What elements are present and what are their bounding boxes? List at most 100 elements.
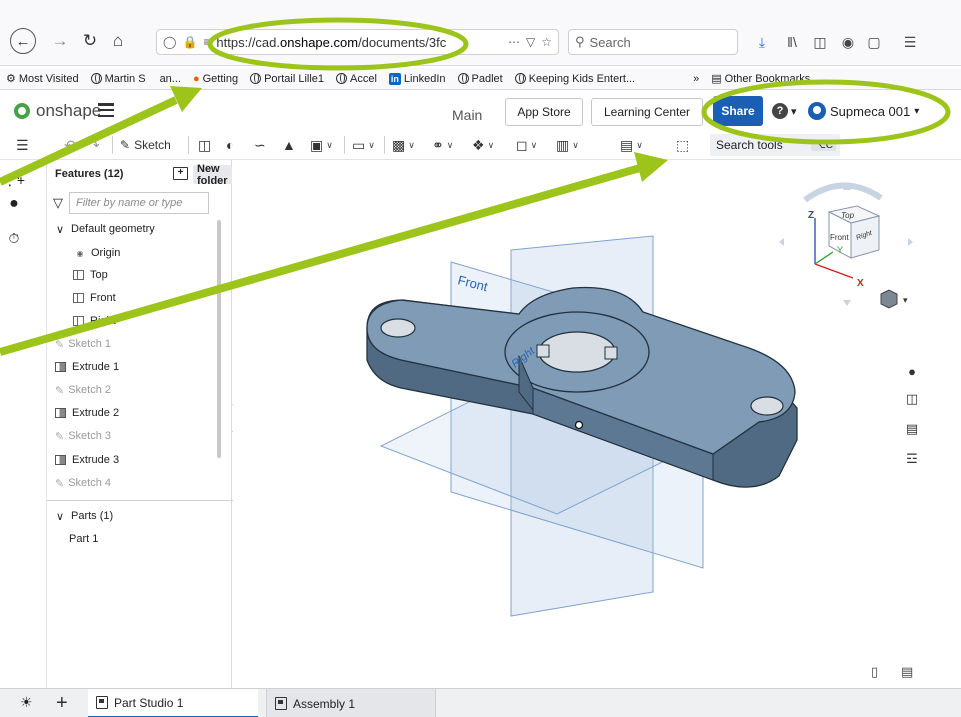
measure-icon[interactable]: ⬚: [676, 135, 689, 155]
tree-item-top-plane[interactable]: Top: [73, 264, 108, 286]
view-cube-rotate-arc[interactable]: [803, 182, 883, 203]
forward-button[interactable]: →: [48, 29, 72, 53]
tree-item-part-1[interactable]: Part 1: [69, 528, 98, 550]
end-hole-left[interactable]: [380, 318, 416, 338]
account-icon[interactable]: ◉: [838, 32, 858, 52]
bookmark-padlet[interactable]: Padlet: [452, 73, 509, 85]
variables-panel-icon[interactable]: ☲: [903, 450, 921, 468]
add-feature-icon[interactable]: ⋮+: [3, 170, 25, 190]
feature-list-scrollbar[interactable]: [217, 220, 221, 458]
new-folder-icon[interactable]: +: [173, 167, 188, 180]
bookmark-martin[interactable]: Martin S: [85, 73, 152, 85]
reader-icon[interactable]: ▢: [864, 32, 884, 52]
workspace-name[interactable]: Main: [452, 107, 482, 123]
bookmark-linkedin[interactable]: in LinkedIn: [383, 72, 452, 85]
bookmark-getting-started[interactable]: ● Getting: [187, 73, 244, 85]
bookmark-an[interactable]: an...: [152, 73, 187, 85]
fillet-icon[interactable]: ▭ ∨: [352, 135, 375, 155]
tree-item-extrude-1[interactable]: Extrude 1: [55, 356, 119, 378]
tree-item-sketch-3[interactable]: ✎ Sketch 3: [55, 425, 111, 447]
revolve-icon[interactable]: ◐: [226, 135, 234, 155]
view-cube[interactable]: Top Front Right Z Y X ▾: [779, 182, 913, 309]
extrude-icon[interactable]: ◫: [198, 135, 211, 155]
bookmark-portail[interactable]: Portail Lille1: [244, 73, 330, 85]
view-cube-down-arrow[interactable]: [843, 300, 851, 306]
tab-part-studio-1[interactable]: Part Studio 1: [88, 689, 258, 717]
bookmark-most-visited[interactable]: ⚙ Most Visited: [0, 72, 85, 86]
sketch-tool-button[interactable]: ✎ Sketch: [120, 135, 171, 155]
graphics-viewport[interactable]: Front Right Top Front Right Z Y X ▾ ▯ ▤: [233, 160, 961, 688]
parts-folder[interactable]: ∨ Parts (1): [53, 505, 113, 527]
add-tab-button[interactable]: +: [56, 692, 68, 715]
appearance-panel-icon[interactable]: ●: [903, 362, 921, 380]
transform-icon[interactable]: ❖ ∨: [472, 135, 494, 155]
sheet-metal-icon[interactable]: ▤ ∨: [620, 135, 643, 155]
loft-icon[interactable]: ▲: [282, 135, 296, 155]
browser-search-bar[interactable]: ⚲ Search: [568, 29, 738, 55]
redo-icon[interactable]: ↷: [88, 135, 100, 155]
menu-icon[interactable]: ☰: [900, 32, 920, 52]
tree-item-sketch-2[interactable]: ✎ Sketch 2: [55, 379, 111, 401]
feature-list-toggle-icon[interactable]: ☰: [16, 135, 29, 155]
onshape-logo[interactable]: onshape: [14, 101, 101, 121]
other-bookmarks[interactable]: ▤ Other Bookmarks: [705, 72, 816, 86]
download-icon[interactable]: ⤓: [752, 32, 772, 52]
units-icon[interactable]: ▤: [901, 664, 913, 679]
user-menu[interactable]: Supmeca 001 ▾: [808, 102, 919, 120]
library-icon[interactable]: ‖\: [782, 32, 802, 52]
hamburger-menu-icon[interactable]: [98, 103, 114, 117]
camera-icon[interactable]: ▯: [871, 664, 878, 679]
view-options-dropdown-icon[interactable]: ▾: [903, 295, 908, 305]
bookmark-accel[interactable]: Accel: [330, 73, 383, 85]
tab-manager-icon[interactable]: ☀: [20, 694, 33, 711]
back-button[interactable]: ←: [10, 28, 36, 54]
bookmarks-overflow[interactable]: »: [687, 73, 705, 85]
tree-item-sketch-1[interactable]: ✎ Sketch 1: [55, 333, 111, 355]
url-bar[interactable]: ◯ 🔒 ≡ https://cad.onshape.com/documents/…: [156, 29, 559, 55]
view-cube-right-arrow[interactable]: [908, 238, 913, 246]
keyed-bore[interactable]: [538, 331, 616, 373]
learning-center-button[interactable]: Learning Center: [591, 98, 703, 126]
model-scene[interactable]: Front Right Top Front Right Z Y X ▾ ▯ ▤: [233, 160, 961, 688]
end-hole-right[interactable]: [750, 396, 784, 416]
tree-item-sketch-4[interactable]: ✎ Sketch 4: [55, 472, 111, 494]
reload-button[interactable]: ↻: [78, 29, 102, 53]
comment-icon[interactable]: ●: [4, 194, 24, 214]
undo-icon[interactable]: ↶: [64, 135, 76, 155]
tree-item-origin[interactable]: ◉ Origin: [73, 242, 121, 264]
app-store-button[interactable]: App Store: [505, 98, 583, 126]
shell-icon[interactable]: ▩ ∨: [392, 135, 415, 155]
plane-icon[interactable]: ◻ ∨: [516, 135, 537, 155]
parts-panel-icon[interactable]: ◫: [903, 390, 921, 408]
mate-panel-icon[interactable]: ▤: [903, 420, 921, 438]
pattern-icon[interactable]: ▥ ∨: [556, 135, 579, 155]
tree-item-extrude-3[interactable]: Extrude 3: [55, 449, 119, 471]
tree-item-extrude-2[interactable]: Extrude 2: [55, 402, 119, 424]
filter-input[interactable]: [69, 192, 209, 214]
shield-icon[interactable]: ◯: [163, 35, 176, 49]
url-text[interactable]: https://cad.onshape.com/documents/3fc: [216, 35, 502, 50]
filter-icon[interactable]: ▽: [53, 195, 63, 211]
view-cube-left-arrow[interactable]: [779, 238, 784, 246]
thicken-icon[interactable]: ▣ ∨: [310, 135, 333, 155]
lock-icon[interactable]: 🔒: [182, 35, 197, 49]
help-menu[interactable]: ? ▾: [772, 103, 797, 119]
pocket-icon[interactable]: ▽: [526, 35, 535, 49]
origin-marker[interactable]: [574, 420, 584, 430]
tree-item-right-plane[interactable]: Right: [73, 310, 116, 332]
home-button[interactable]: ⌂: [106, 29, 130, 53]
page-actions-icon[interactable]: ⋯: [508, 35, 520, 49]
share-button[interactable]: Share: [713, 96, 763, 126]
bookmark-star-icon[interactable]: ☆: [541, 35, 552, 49]
search-tools-input[interactable]: Search tools ⌥C: [710, 134, 840, 156]
sweep-icon[interactable]: ∽: [254, 135, 266, 155]
permissions-icon[interactable]: ≡: [203, 35, 210, 49]
bookmark-keeping-kids[interactable]: Keeping Kids Entert...: [509, 73, 641, 85]
tree-item-front-plane[interactable]: Front: [73, 287, 116, 309]
view-options-cube-icon[interactable]: [880, 289, 898, 309]
sidebar-icon[interactable]: ◫: [810, 32, 830, 52]
tab-assembly-1[interactable]: Assembly 1: [266, 689, 436, 717]
boolean-icon[interactable]: ⚭ ∨: [432, 135, 453, 155]
default-geometry-folder[interactable]: ∨ Default geometry: [53, 218, 155, 240]
new-folder-button[interactable]: New folder: [193, 163, 232, 187]
